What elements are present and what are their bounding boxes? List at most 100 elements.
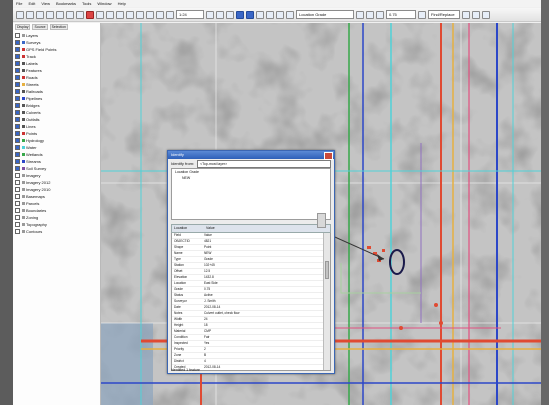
refresh-icon[interactable] — [482, 10, 490, 19]
redo-icon[interactable] — [106, 10, 114, 19]
open-folder-icon[interactable] — [26, 10, 34, 19]
toc-layer-item[interactable]: Basemaps — [15, 193, 98, 200]
grid-header-value[interactable]: Value — [204, 225, 215, 232]
menu-window[interactable]: Window — [97, 1, 111, 6]
toc-layer-item[interactable]: Wetlands — [15, 151, 98, 158]
hyperlink-icon[interactable] — [286, 10, 294, 19]
checked-checkbox-icon[interactable] — [15, 138, 20, 144]
menu-file[interactable]: File — [16, 1, 22, 6]
toc-layer-item[interactable]: Water — [15, 144, 98, 151]
toc-layer-item[interactable]: Parcels — [15, 200, 98, 207]
paste-icon[interactable] — [76, 10, 84, 19]
checked-checkbox-icon[interactable] — [15, 61, 20, 67]
unchecked-checkbox-icon[interactable] — [15, 229, 20, 235]
forward-extent-icon[interactable] — [166, 10, 174, 19]
identify-dialog[interactable]: Identify Identify from: <Top-most layer>… — [167, 150, 335, 374]
checked-checkbox-icon[interactable] — [15, 152, 20, 158]
toc-layer-item[interactable]: Streets — [15, 81, 98, 88]
measure-icon[interactable] — [276, 10, 284, 19]
unchecked-checkbox-icon[interactable] — [15, 201, 20, 207]
find-replace-field[interactable]: Find/Replace — [428, 10, 460, 19]
toc-layer-item[interactable]: Features — [15, 67, 98, 74]
delete-icon[interactable] — [86, 10, 94, 19]
toc-layer-item[interactable]: Topography — [15, 221, 98, 228]
checked-checkbox-icon[interactable] — [15, 40, 20, 46]
grid-vertical-scrollbar[interactable] — [323, 233, 330, 370]
toc-layer-item[interactable]: Bridges — [15, 102, 98, 109]
toc-layer-item[interactable]: Roads — [15, 74, 98, 81]
checked-checkbox-icon[interactable] — [15, 145, 20, 151]
full-extent-icon[interactable] — [146, 10, 154, 19]
layout-icon[interactable] — [472, 10, 480, 19]
identify-icon[interactable] — [246, 10, 254, 19]
unchecked-checkbox-icon[interactable] — [15, 187, 20, 193]
checked-checkbox-icon[interactable] — [15, 110, 20, 116]
toc-layer-item[interactable]: Labels — [15, 60, 98, 67]
tab-selection[interactable]: Selection — [49, 24, 68, 30]
menu-view[interactable]: View — [41, 1, 50, 6]
grid-header-location[interactable]: Location — [172, 225, 204, 232]
catalog-icon[interactable] — [226, 10, 234, 19]
toc-layer-item[interactable]: Points — [15, 130, 98, 137]
menu-bookmarks[interactable]: Bookmarks — [56, 1, 76, 6]
new-document-icon[interactable] — [16, 10, 24, 19]
zoom-in-icon[interactable] — [116, 10, 124, 19]
toc-layer-item[interactable]: Boundaries — [15, 207, 98, 214]
toc-layer-item[interactable]: Pipelines — [15, 95, 98, 102]
layer-combo[interactable]: Location Grade — [296, 10, 354, 19]
toc-layer-item[interactable]: Layers — [15, 32, 98, 39]
cut-icon[interactable] — [56, 10, 64, 19]
identify-from-select[interactable]: <Top-most layer> — [197, 159, 331, 168]
toc-layer-item[interactable]: Track — [15, 53, 98, 60]
menu-tools[interactable]: Tools — [82, 1, 91, 6]
checked-checkbox-icon[interactable] — [15, 103, 20, 109]
add-data-icon[interactable] — [206, 10, 214, 19]
toc-layer-item[interactable]: Surveys — [15, 39, 98, 46]
toc-layer-item[interactable]: Soil Survey — [15, 165, 98, 172]
unchecked-checkbox-icon[interactable] — [15, 33, 20, 39]
toc-layer-item[interactable]: GPS Field Points — [15, 46, 98, 53]
unchecked-checkbox-icon[interactable] — [15, 208, 20, 214]
checked-checkbox-icon[interactable] — [15, 89, 20, 95]
tab-source[interactable]: Source — [32, 24, 48, 30]
save-icon[interactable] — [36, 10, 44, 19]
checked-checkbox-icon[interactable] — [15, 159, 20, 165]
attributes-icon[interactable] — [366, 10, 374, 19]
identify-results-tree[interactable]: Location Grade NEW — [171, 168, 331, 220]
back-extent-icon[interactable] — [156, 10, 164, 19]
find-icon[interactable] — [418, 10, 426, 19]
print-icon[interactable] — [46, 10, 54, 19]
checked-checkbox-icon[interactable] — [15, 47, 20, 53]
toc-layer-item[interactable]: Culverts — [15, 109, 98, 116]
layer-properties-icon[interactable] — [356, 10, 364, 19]
toc-layer-item[interactable]: Imagery 2012 — [15, 179, 98, 186]
dialog-title-bar[interactable]: Identify — [168, 151, 334, 160]
checked-checkbox-icon[interactable] — [15, 117, 20, 123]
checked-checkbox-icon[interactable] — [15, 54, 20, 60]
menu-help[interactable]: Help — [118, 1, 126, 6]
unchecked-checkbox-icon[interactable] — [15, 180, 20, 186]
toc-layer-item[interactable]: Lines — [15, 123, 98, 130]
zoom-out-icon[interactable] — [126, 10, 134, 19]
grid-icon[interactable] — [462, 10, 470, 19]
toc-layer-item[interactable]: Railroads — [15, 88, 98, 95]
checked-checkbox-icon[interactable] — [15, 96, 20, 102]
editor-icon[interactable] — [216, 10, 224, 19]
snapping-icon[interactable] — [376, 10, 384, 19]
attribute-grid[interactable]: Field Value OBJECTID 4821 Shape Point Name NEW T… — [171, 233, 331, 371]
toc-layer-item[interactable]: Outfalls — [15, 116, 98, 123]
scale-combo[interactable]: 1:24 — [176, 10, 204, 19]
undo-icon[interactable] — [96, 10, 104, 19]
tree-node-feature[interactable]: NEW — [172, 175, 330, 181]
clear-selection-icon[interactable] — [266, 10, 274, 19]
toc-layer-item[interactable]: Zoning — [15, 214, 98, 221]
unchecked-checkbox-icon[interactable] — [15, 194, 20, 200]
copy-icon[interactable] — [66, 10, 74, 19]
unchecked-checkbox-icon[interactable] — [15, 173, 20, 179]
scrollbar-thumb[interactable] — [325, 261, 329, 279]
unchecked-checkbox-icon[interactable] — [15, 222, 20, 228]
checked-checkbox-icon[interactable] — [15, 131, 20, 137]
toc-layer-item[interactable]: Streams — [15, 158, 98, 165]
toc-layer-item[interactable]: Contours — [15, 228, 98, 235]
menu-edit[interactable]: Edit — [28, 1, 35, 6]
